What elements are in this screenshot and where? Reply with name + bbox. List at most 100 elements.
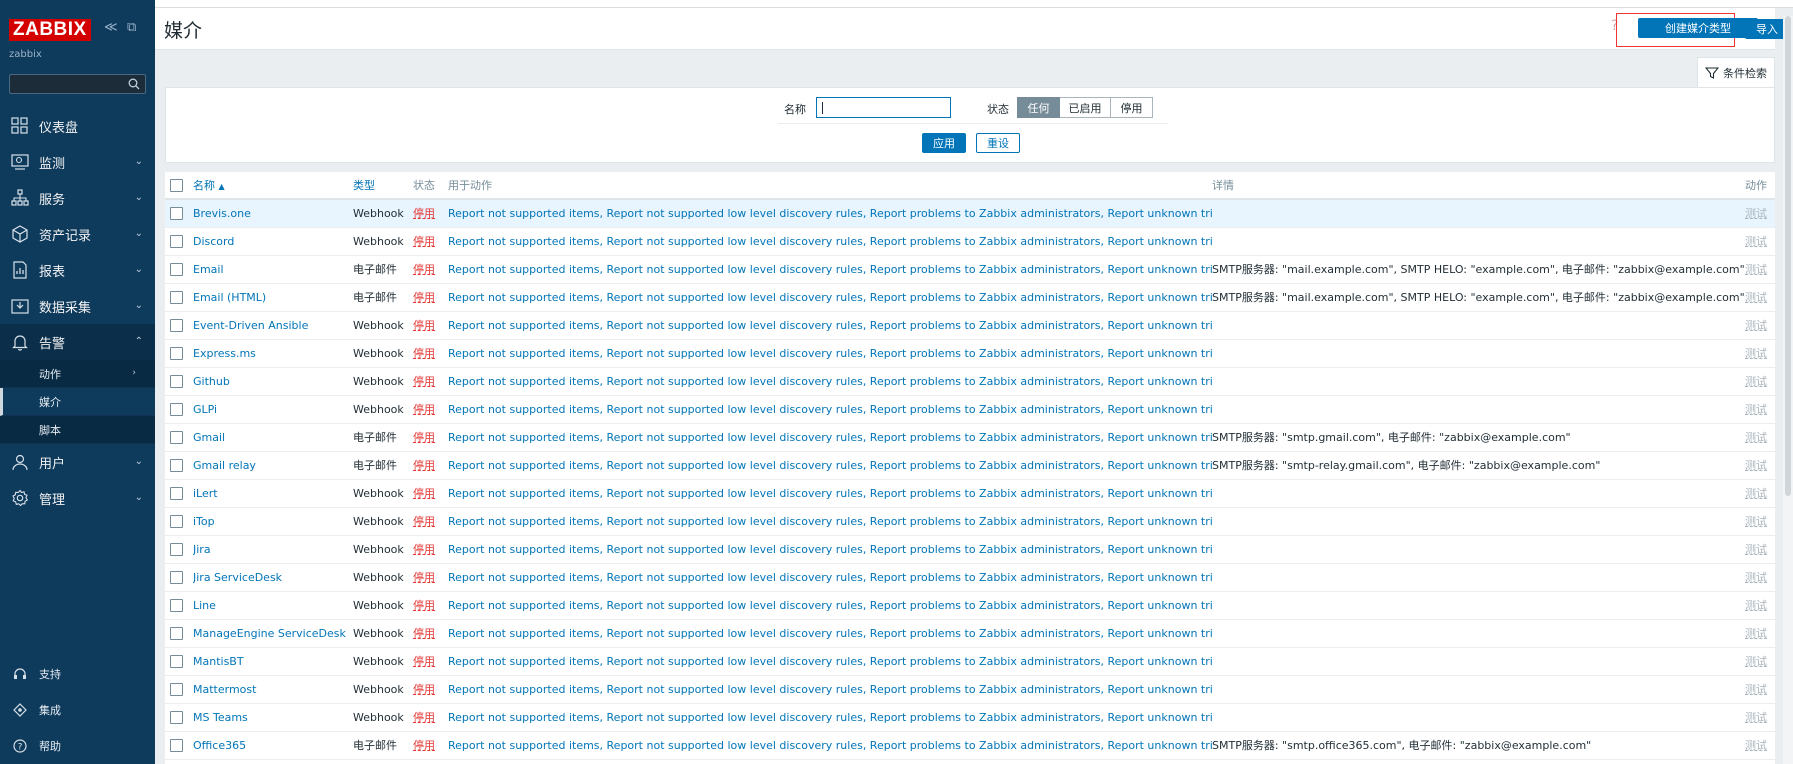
actions-links[interactable]: Report not supported items, Report not s… xyxy=(448,263,1212,276)
actions-links[interactable]: Report not supported items, Report not s… xyxy=(448,347,1212,360)
status-option-disabled[interactable]: 停用 xyxy=(1111,97,1153,118)
row-checkbox[interactable] xyxy=(170,598,183,612)
status-toggle-link[interactable]: 停用 xyxy=(413,711,435,724)
test-link[interactable]: 测试 xyxy=(1745,711,1767,724)
status-toggle-link[interactable]: 停用 xyxy=(413,571,435,584)
row-checkbox[interactable] xyxy=(170,626,183,640)
nav-item-monitoring[interactable]: 监测 ⌄ xyxy=(0,144,155,180)
sidebar-search-input[interactable] xyxy=(9,74,146,94)
actions-links[interactable]: Report not supported items, Report not s… xyxy=(448,627,1212,640)
reset-button[interactable]: 重设 xyxy=(976,133,1020,153)
media-type-name-link[interactable]: iLert xyxy=(193,487,218,500)
test-link[interactable]: 测试 xyxy=(1745,459,1767,472)
test-link[interactable]: 测试 xyxy=(1745,571,1767,584)
sidebar-item-media-types[interactable]: 媒介 xyxy=(0,388,155,416)
test-link[interactable]: 测试 xyxy=(1745,291,1767,304)
row-checkbox[interactable] xyxy=(170,738,183,752)
actions-links[interactable]: Report not supported items, Report not s… xyxy=(448,487,1212,500)
test-link[interactable]: 测试 xyxy=(1745,627,1767,640)
status-toggle-link[interactable]: 停用 xyxy=(413,627,435,640)
kiosk-mode-icon[interactable]: ⧉ xyxy=(127,20,136,35)
media-type-name-link[interactable]: Express.ms xyxy=(193,347,256,360)
media-type-name-link[interactable]: Jira ServiceDesk xyxy=(193,571,282,584)
actions-links[interactable]: Report not supported items, Report not s… xyxy=(448,599,1212,612)
media-type-name-link[interactable]: Mattermost xyxy=(193,683,256,696)
row-checkbox[interactable] xyxy=(170,542,183,556)
media-type-name-link[interactable]: iTop xyxy=(193,515,215,528)
row-checkbox[interactable] xyxy=(170,318,183,332)
test-link[interactable]: 测试 xyxy=(1745,543,1767,556)
test-link[interactable]: 测试 xyxy=(1745,235,1767,248)
media-type-name-link[interactable]: MantisBT xyxy=(193,655,244,668)
test-link[interactable]: 测试 xyxy=(1745,347,1767,360)
test-link[interactable]: 测试 xyxy=(1745,515,1767,528)
apply-button[interactable]: 应用 xyxy=(922,133,966,153)
media-type-name-link[interactable]: Brevis.one xyxy=(193,207,251,220)
nav-item-administration[interactable]: 管理 ⌄ xyxy=(0,480,155,516)
status-toggle-link[interactable]: 停用 xyxy=(413,403,435,416)
test-link[interactable]: 测试 xyxy=(1745,655,1767,668)
status-option-enabled[interactable]: 已启用 xyxy=(1060,97,1111,118)
row-checkbox[interactable] xyxy=(170,514,183,528)
media-type-name-link[interactable]: Event-Driven Ansible xyxy=(193,319,308,332)
test-link[interactable]: 测试 xyxy=(1745,431,1767,444)
media-type-name-link[interactable]: Discord xyxy=(193,235,234,248)
media-type-name-link[interactable]: Jira xyxy=(193,543,211,556)
media-type-name-link[interactable]: Email (HTML) xyxy=(193,291,266,304)
nav-item-users[interactable]: 用户 ⌄ xyxy=(0,444,155,480)
actions-links[interactable]: Report not supported items, Report not s… xyxy=(448,319,1212,332)
sidebar-item-actions[interactable]: 动作 › xyxy=(0,360,155,388)
row-checkbox[interactable] xyxy=(170,682,183,696)
row-checkbox[interactable] xyxy=(170,207,183,220)
row-checkbox[interactable] xyxy=(170,402,183,416)
nav-item-dashboard[interactable]: 仪表盘 xyxy=(0,108,155,144)
actions-links[interactable]: Report not supported items, Report not s… xyxy=(448,235,1212,248)
create-media-type-button[interactable]: 创建媒介类型 xyxy=(1638,18,1758,38)
row-checkbox[interactable] xyxy=(170,346,183,360)
row-checkbox[interactable] xyxy=(170,374,183,388)
test-link[interactable]: 测试 xyxy=(1745,403,1767,416)
scrollbar-thumb[interactable] xyxy=(1785,16,1791,496)
test-link[interactable]: 测试 xyxy=(1745,207,1767,220)
sidebar-item-scripts[interactable]: 脚本 xyxy=(0,416,155,444)
status-toggle-link[interactable]: 停用 xyxy=(413,543,435,556)
status-toggle-link[interactable]: 停用 xyxy=(413,347,435,360)
media-type-name-link[interactable]: Github xyxy=(193,375,230,388)
actions-links[interactable]: Report not supported items, Report not s… xyxy=(448,655,1212,668)
nav-item-alerts[interactable]: 告警 ⌃ xyxy=(0,324,155,360)
status-toggle-link[interactable]: 停用 xyxy=(413,599,435,612)
status-toggle-link[interactable]: 停用 xyxy=(413,487,435,500)
test-link[interactable]: 测试 xyxy=(1745,263,1767,276)
column-header-name[interactable]: 名称 ▲ xyxy=(193,172,353,200)
actions-links[interactable]: Report not supported items, Report not s… xyxy=(448,683,1212,696)
actions-links[interactable]: Report not supported items, Report not s… xyxy=(448,375,1212,388)
test-link[interactable]: 测试 xyxy=(1745,599,1767,612)
row-checkbox[interactable] xyxy=(170,710,183,724)
test-link[interactable]: 测试 xyxy=(1745,683,1767,696)
filter-tab[interactable]: 条件检索 xyxy=(1697,57,1775,87)
media-type-name-link[interactable]: Email xyxy=(193,263,224,276)
actions-links[interactable]: Report not supported items, Report not s… xyxy=(448,739,1212,752)
status-toggle-link[interactable]: 停用 xyxy=(413,263,435,276)
row-checkbox[interactable] xyxy=(170,654,183,668)
status-toggle-link[interactable]: 停用 xyxy=(413,739,435,752)
media-type-name-link[interactable]: Line xyxy=(193,599,216,612)
media-type-name-link[interactable]: GLPi xyxy=(193,403,217,416)
collapse-sidebar-icon[interactable]: ≪ xyxy=(104,20,118,35)
test-link[interactable]: 测试 xyxy=(1745,487,1767,500)
nav-item-reports[interactable]: 报表 ⌄ xyxy=(0,252,155,288)
status-toggle-link[interactable]: 停用 xyxy=(413,375,435,388)
actions-links[interactable]: Report not supported items, Report not s… xyxy=(448,459,1212,472)
row-checkbox[interactable] xyxy=(170,234,183,248)
media-type-name-link[interactable]: MS Teams xyxy=(193,711,248,724)
zabbix-logo[interactable]: ZABBIX xyxy=(9,19,91,41)
nav-item-support[interactable]: 支持 xyxy=(0,656,155,692)
row-checkbox[interactable] xyxy=(170,458,183,472)
row-checkbox[interactable] xyxy=(170,262,183,276)
status-toggle-link[interactable]: 停用 xyxy=(413,207,435,220)
media-type-name-link[interactable]: Gmail relay xyxy=(193,459,256,472)
row-checkbox[interactable] xyxy=(170,430,183,444)
select-all-checkbox[interactable] xyxy=(170,178,183,192)
status-toggle-link[interactable]: 停用 xyxy=(413,459,435,472)
actions-links[interactable]: Report not supported items, Report not s… xyxy=(448,571,1212,584)
